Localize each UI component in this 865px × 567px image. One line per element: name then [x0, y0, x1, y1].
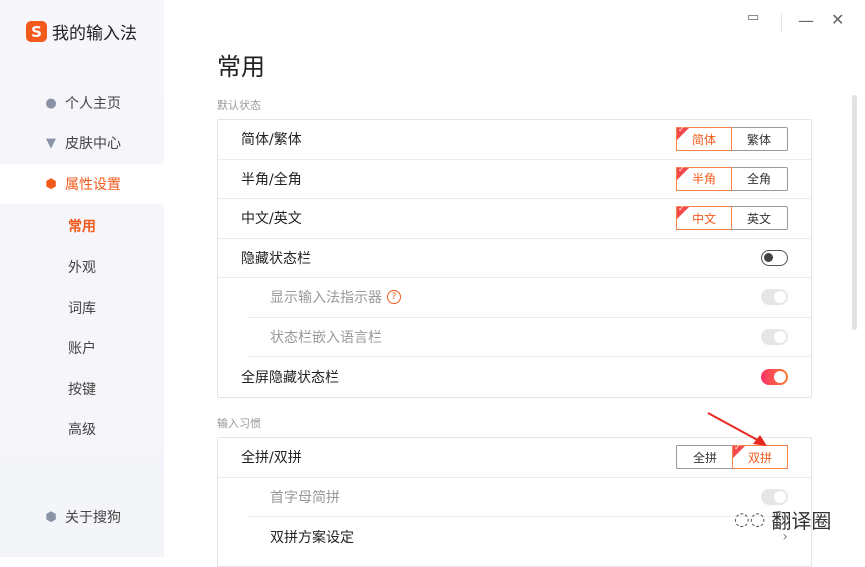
- sidebar-item-label: 皮肤中心: [65, 136, 121, 152]
- segmented-control[interactable]: 简体繁体: [676, 125, 788, 152]
- subnav-keys[interactable]: 按键: [68, 379, 96, 399]
- setting-label: 隐藏状态栏: [241, 250, 311, 267]
- option-chinese[interactable]: 中文: [676, 204, 732, 231]
- setting-row: 隐藏状态栏: [218, 239, 811, 278]
- fullscreen-hide-toggle[interactable]: [761, 368, 788, 385]
- shield-info-icon: ⬢: [45, 509, 57, 525]
- option-simplified[interactable]: 简体: [676, 125, 732, 152]
- hide-statusbar-toggle[interactable]: [761, 249, 788, 266]
- section-label: 默认状态: [217, 99, 261, 112]
- setting-label: 全拼/双拼: [241, 450, 302, 467]
- page-title: 常用: [217, 53, 265, 81]
- option-english[interactable]: 英文: [731, 207, 787, 229]
- initials-toggle[interactable]: [761, 488, 788, 505]
- scrollbar[interactable]: [852, 95, 857, 330]
- setting-row[interactable]: 双拼方案设定 ›: [248, 517, 811, 557]
- wechat-icon: ◌◌: [734, 509, 766, 530]
- setting-label: 显示输入法指示器: [270, 290, 382, 307]
- sidebar-item-label: 个人主页: [65, 96, 121, 112]
- setting-row: 中文/英文 中文英文: [218, 199, 811, 239]
- option-traditional[interactable]: 繁体: [731, 128, 787, 150]
- settings-card-input-habits: 全拼/双拼全拼双拼 首字母简拼 双拼方案设定›: [217, 437, 812, 567]
- setting-row: 显示输入法指示器?: [248, 278, 811, 318]
- sidebar-item-about[interactable]: ⬢ 关于搜狗: [0, 497, 164, 537]
- setting-row: 状态栏嵌入语言栏: [248, 318, 811, 357]
- subnav-appearance[interactable]: 外观: [68, 257, 96, 277]
- setting-row: 首字母简拼: [248, 478, 811, 517]
- setting-label: 全屏隐藏状态栏: [241, 369, 339, 386]
- divider: [781, 14, 782, 32]
- help-icon[interactable]: ?: [387, 290, 401, 305]
- minimize-icon[interactable]: —: [798, 11, 814, 30]
- red-arrow-annotation: [707, 412, 767, 446]
- option-fullwidth[interactable]: 全角: [731, 168, 787, 190]
- sidebar-item-skins[interactable]: ▼ 皮肤中心: [0, 123, 164, 163]
- sidebar-item-label: 属性设置: [65, 177, 121, 193]
- segmented-control[interactable]: 中文英文: [676, 204, 788, 231]
- settings-card-default-state: 简体/繁体 简体繁体 半角/全角 半角全角 中文/英文 中文英文 隐藏状态栏 显示输入…: [217, 119, 812, 398]
- watermark-text: 翻译圈: [771, 509, 832, 533]
- sidebar-item-label: 关于搜狗: [65, 510, 121, 526]
- setting-label: 双拼方案设定: [270, 529, 354, 546]
- embed-langbar-toggle[interactable]: [761, 328, 788, 345]
- section-label: 输入习惯: [217, 417, 261, 430]
- setting-row: 半角/全角 半角全角: [218, 160, 811, 199]
- sogou-logo-icon: S: [26, 21, 47, 42]
- sidebar: S 我的输入法 ● 个人主页 ▼ 皮肤中心 ⬢ 属性设置 常用 外观 词库 账户 按键 …: [0, 0, 164, 557]
- feedback-icon[interactable]: ▭: [747, 10, 759, 25]
- app-name: 我的输入法: [52, 24, 137, 44]
- shirt-icon: ▼: [46, 135, 56, 151]
- sidebar-item-settings[interactable]: ⬢ 属性设置: [0, 164, 164, 204]
- subnav-common[interactable]: 常用: [68, 216, 96, 236]
- app-logo: S 我的输入法: [26, 19, 137, 44]
- user-icon: ●: [45, 95, 57, 111]
- segmented-control[interactable]: 半角全角: [676, 165, 788, 191]
- close-icon[interactable]: ✕: [831, 10, 844, 29]
- setting-label: 中文/英文: [241, 211, 302, 228]
- indicator-toggle[interactable]: [761, 289, 788, 306]
- setting-row: 全屏隐藏状态栏: [218, 357, 811, 397]
- watermark: ◌◌ 翻译圈: [734, 505, 831, 534]
- setting-label: 首字母简拼: [270, 489, 340, 506]
- setting-row: 简体/繁体 简体繁体: [218, 120, 811, 160]
- setting-label: 简体/繁体: [241, 132, 302, 149]
- settings-icon: ⬢: [45, 176, 57, 192]
- setting-label: 状态栏嵌入语言栏: [270, 329, 382, 346]
- subnav-dictionary[interactable]: 词库: [68, 298, 96, 318]
- setting-label: 半角/全角: [241, 171, 302, 188]
- option-halfwidth[interactable]: 半角: [676, 165, 732, 191]
- sidebar-item-profile[interactable]: ● 个人主页: [0, 83, 164, 123]
- subnav-account[interactable]: 账户: [68, 338, 96, 358]
- subnav-advanced[interactable]: 高级: [68, 419, 96, 439]
